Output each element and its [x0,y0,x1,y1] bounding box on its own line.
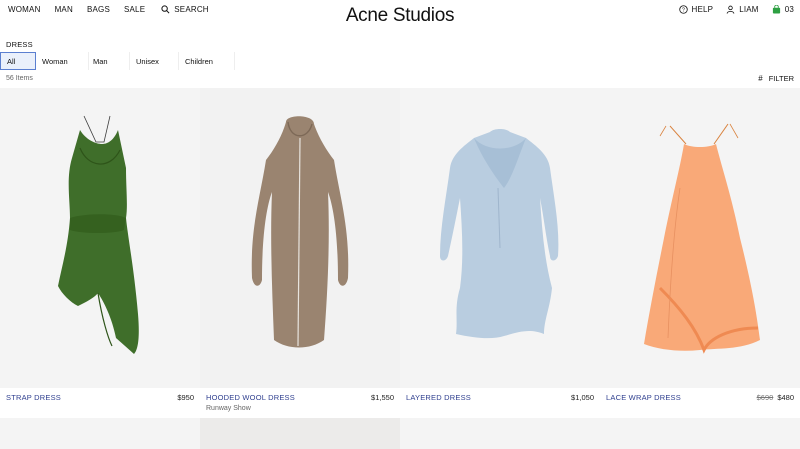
product-current-price: $1,550 [371,393,394,402]
utility-nav: ? HELP LIAM 03 [666,5,795,14]
product-image-lace-wrap-dress[interactable] [600,88,800,388]
product-price: $1,050 [571,393,594,402]
product-current-price: $1,050 [571,393,594,402]
product-image-placeholder[interactable] [0,418,200,449]
product-card[interactable]: HOODED WOOL DRESS $1,550 Runway Show [200,88,400,418]
filter-label: FILTER [768,74,794,83]
product-price: $1,550 [371,393,394,402]
product-card[interactable]: LACE WRAP DRESS $690 $480 [600,88,800,418]
account-link[interactable]: LIAM [726,5,758,14]
product-info: STRAP DRESS $950 [0,388,200,418]
next-product-row [0,418,800,449]
tab-children[interactable]: Children [179,52,235,70]
product-image-placeholder[interactable] [400,418,600,449]
product-sale-price: $480 [777,393,794,402]
product-card[interactable]: LAYERED DRESS $1,050 [400,88,600,418]
help-label: HELP [691,5,714,14]
product-info: LACE WRAP DRESS $690 $480 [600,388,800,418]
category-filter-tabs: All Woman Man Unisex Children [0,52,235,70]
product-image-layered-dress[interactable] [400,88,600,388]
cart-count: 03 [784,5,794,14]
help-icon: ? [678,5,688,14]
help-link[interactable]: ? HELP [678,5,714,14]
product-name[interactable]: STRAP DRESS [6,393,61,402]
product-info: HOODED WOOL DRESS $1,550 Runway Show [200,388,400,418]
product-name[interactable]: LACE WRAP DRESS [606,393,681,402]
product-card[interactable]: STRAP DRESS $950 [0,88,200,418]
product-original-price: $690 [756,393,774,402]
product-image-placeholder[interactable] [200,418,400,449]
product-image-hooded-wool-dress[interactable] [200,88,400,388]
product-image-placeholder[interactable] [600,418,800,449]
product-image-strap-dress[interactable] [0,88,200,388]
item-count: 56 Items [6,75,33,82]
tab-all[interactable]: All [0,52,36,70]
account-label: LIAM [739,5,759,14]
tab-man[interactable]: Man [89,52,130,70]
product-grid: STRAP DRESS $950 HOODED WOOL DRESS $1,55… [0,88,800,418]
filter-icon: # [758,74,763,83]
product-info: LAYERED DRESS $1,050 [400,388,600,418]
product-subtitle: Runway Show [206,405,251,412]
product-name[interactable]: LAYERED DRESS [406,393,471,402]
bag-icon [772,5,780,14]
product-current-price: $950 [177,393,194,402]
svg-text:?: ? [681,8,684,14]
category-title: DRESS [6,40,33,49]
tab-woman[interactable]: Woman [36,52,89,70]
cart-link[interactable]: 03 [772,5,794,14]
product-name[interactable]: HOODED WOOL DRESS [206,393,295,402]
product-price: $950 [177,393,194,402]
site-header: WOMAN MAN BAGS SALE SEARCH Acne Studios … [0,0,800,35]
tab-unisex[interactable]: Unisex [130,52,179,70]
user-icon [726,5,735,14]
product-price: $690 $480 [757,393,794,402]
filter-button[interactable]: # FILTER [758,74,794,83]
